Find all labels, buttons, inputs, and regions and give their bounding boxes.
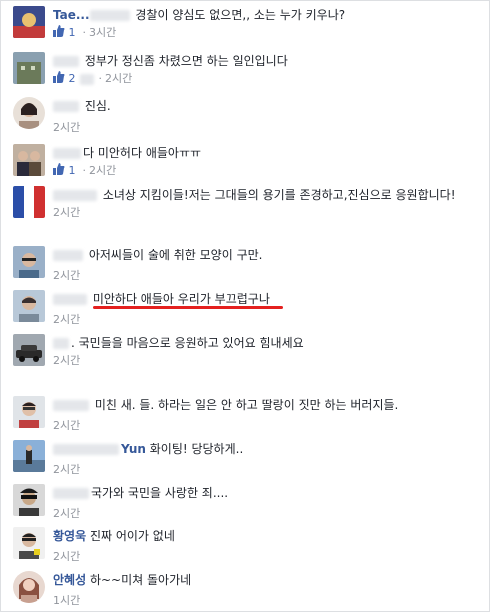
avatar[interactable] <box>13 186 45 218</box>
avatar[interactable] <box>13 290 45 322</box>
comment-author[interactable]: Yun <box>121 442 146 456</box>
comment-text: 진심. <box>84 99 111 113</box>
group-avatar-icon <box>13 144 45 176</box>
like-count[interactable]: 2 <box>53 71 76 85</box>
avatar[interactable] <box>13 440 45 472</box>
comment-text: . 국민들을 마음으로 응원하고 있어요 힘내세요 <box>71 336 304 350</box>
comment-time[interactable]: 2시간 <box>53 419 80 432</box>
redacted-name <box>53 250 83 261</box>
comment-text: 소녀상 지킴이들!저는 그대들의 용기를 존경하고,진심으로 응원합니다! <box>102 188 456 202</box>
car-avatar-icon <box>13 334 45 366</box>
avatar[interactable] <box>13 52 45 84</box>
redacted-name <box>89 10 130 21</box>
avatar[interactable] <box>13 246 45 278</box>
redacted-name <box>53 56 79 67</box>
comment-text: 다 미안허다 애들아ㅠㅠ <box>83 146 202 160</box>
thumbs-up-icon <box>53 25 65 37</box>
person-avatar-icon <box>13 571 45 603</box>
redacted-name <box>53 488 89 499</box>
comment-text: 미안하다 애들아 우리가 부끄럽구나 <box>92 292 270 306</box>
redacted-name <box>53 148 81 159</box>
comment-time[interactable]: 2시간 <box>53 507 80 520</box>
thumbs-up-icon <box>53 71 65 83</box>
redacted-name <box>53 338 69 349</box>
like-number: 1 <box>68 26 76 39</box>
comment-text: 화이팅! 당당하게.. <box>149 442 244 456</box>
comment-time[interactable]: 2시간 <box>53 313 80 326</box>
flag-avatar-icon <box>13 186 45 218</box>
comment-text: 국가와 국민을 사랑한 죄.... <box>91 486 229 500</box>
comment-text: 경찰이 양심도 없으면,, 소는 누가 키우나? <box>135 8 346 22</box>
thumbs-up-icon <box>53 163 65 175</box>
comment-author[interactable]: 안혜성 <box>53 573 86 587</box>
comment-text: 정부가 정신좀 차렸으면 하는 일인입니다 <box>84 54 288 68</box>
scene-avatar-icon <box>13 440 45 472</box>
avatar[interactable] <box>13 527 45 559</box>
comment-time[interactable]: 2시간 <box>53 463 80 476</box>
redacted-name <box>53 101 79 112</box>
comment-time[interactable]: 2시간 <box>89 164 116 177</box>
person-avatar-icon <box>13 246 45 278</box>
avatar[interactable] <box>13 484 45 516</box>
like-number: 1 <box>68 164 76 177</box>
like-count[interactable]: 1 <box>53 25 76 39</box>
comment-time[interactable]: 2시간 <box>53 550 80 563</box>
comment-author[interactable] <box>53 248 85 262</box>
avatar[interactable] <box>13 144 45 176</box>
person-avatar-icon <box>13 290 45 322</box>
flag-avatar-icon <box>13 6 45 38</box>
avatar[interactable] <box>13 6 45 38</box>
person-avatar-icon <box>13 484 45 516</box>
redacted-name <box>53 444 119 455</box>
comment-time[interactable]: 1시간 <box>53 594 80 607</box>
like-number: 2 <box>68 72 76 85</box>
redacted-name <box>53 190 97 201</box>
building-avatar-icon <box>13 52 45 84</box>
avatar[interactable] <box>13 97 45 129</box>
avatar[interactable] <box>13 334 45 366</box>
comment-text: 진짜 어이가 없네 <box>89 529 175 543</box>
redacted-name <box>53 294 87 305</box>
comment-time[interactable]: 2시간 <box>53 206 80 219</box>
comment-time[interactable]: 2시간 <box>53 121 80 134</box>
avatar[interactable] <box>13 571 45 603</box>
person-avatar-icon <box>13 527 45 559</box>
comment-time[interactable]: 2시간 <box>105 72 132 85</box>
comment-author[interactable]: 황영욱 <box>53 529 86 543</box>
comment-text: 미친 새. 들. 하라는 일은 안 하고 딸랑이 짓만 하는 버러지들. <box>94 398 399 412</box>
comment-text: 아저씨들이 술에 취한 모양이 구만. <box>88 248 263 262</box>
highlight-underline <box>93 306 283 309</box>
like-count[interactable]: 1 <box>53 163 76 177</box>
comment-time[interactable]: 3시간 <box>89 26 116 39</box>
person-avatar-icon <box>13 396 45 428</box>
redacted-text <box>79 73 94 85</box>
comment-time[interactable]: 2시간 <box>53 269 80 282</box>
person-avatar-icon <box>13 97 45 129</box>
redacted-name <box>53 400 89 411</box>
avatar[interactable] <box>13 396 45 428</box>
comment-time[interactable]: 2시간 <box>53 354 80 367</box>
comment-text: 하~~미쳐 돌아가네 <box>89 573 192 587</box>
comment-author[interactable]: Tae... <box>53 8 90 22</box>
